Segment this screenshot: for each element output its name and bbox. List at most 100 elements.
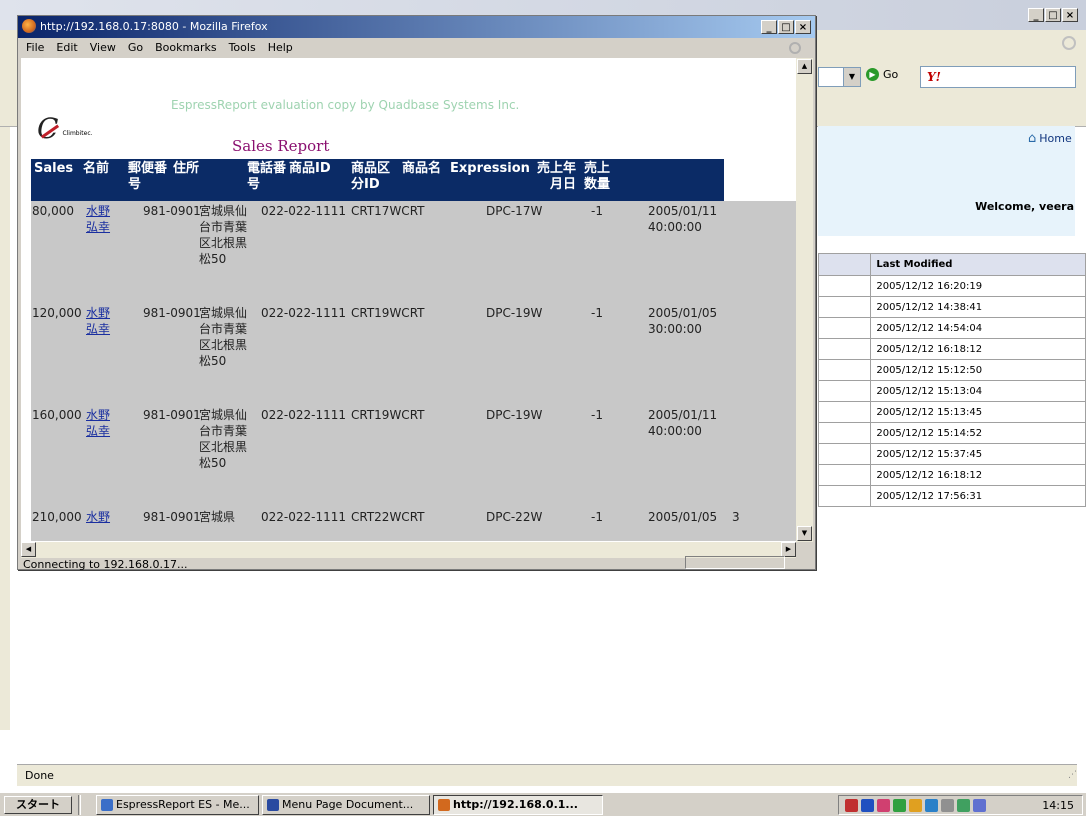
menu-bookmarks[interactable]: Bookmarks	[155, 38, 216, 58]
last-modified-cell: 2005/12/12 16:18:12	[870, 338, 1086, 360]
chevron-down-icon[interactable]: ▼	[843, 68, 860, 86]
address-value: 宮城県仙台市青葉区北根黒松50	[199, 408, 248, 470]
home-link[interactable]: ⌂ Home	[1028, 131, 1072, 146]
taskbar-item-espressreport[interactable]: EspressReport ES - Me...	[96, 795, 259, 815]
taskbar-clock[interactable]: 14:15	[1042, 799, 1074, 812]
table-row[interactable]: 2005/12/12 17:56:31	[817, 485, 1086, 507]
zip-value: 981-0901	[143, 306, 201, 320]
popup-menubar: File Edit View Go Bookmarks Tools Help	[18, 38, 815, 58]
taskbar-item-popup[interactable]: http://192.168.0.1...	[433, 795, 603, 815]
tray-app-icon[interactable]	[957, 798, 970, 812]
customer-name-link[interactable]: 水野	[86, 509, 110, 525]
quantity-value: 40:00:00	[648, 220, 702, 234]
status-text: Connecting to 192.168.0.17...	[23, 558, 188, 571]
scroll-up-icon[interactable]: ▲	[797, 59, 812, 74]
go-label: Go	[883, 68, 899, 81]
table-row[interactable]: 2005/12/12 15:13:04	[817, 380, 1086, 402]
maximize-button[interactable]: □	[1045, 8, 1061, 22]
tray-app-icon[interactable]	[861, 798, 874, 812]
tray-app-icon[interactable]	[877, 798, 890, 812]
taskbar-item-menu-page[interactable]: Menu Page Document...	[262, 795, 430, 815]
minimize-button[interactable]: _	[761, 20, 777, 34]
column-header-zip: 郵便番号	[128, 161, 168, 192]
firefox-icon	[22, 19, 36, 33]
tray-app-icon[interactable]	[845, 798, 858, 812]
company-logo: C Climbitec.	[37, 112, 93, 145]
table-row[interactable]: 2005/12/12 15:37:45	[817, 443, 1086, 465]
phone-value: 022-022-1111	[261, 510, 347, 524]
column-header-category-id: 商品区分ID	[351, 161, 391, 192]
quantity-value: 3	[732, 510, 740, 524]
minimize-button[interactable]: _	[1028, 8, 1044, 22]
table-row[interactable]: 2005/12/12 15:13:45	[817, 401, 1086, 423]
go-button[interactable]: ▶ Go	[866, 68, 898, 81]
table-cell	[817, 338, 871, 360]
expression-value: -1	[591, 510, 603, 524]
last-modified-cell: 2005/12/12 17:56:31	[870, 485, 1086, 507]
evaluation-watermark: EspressReport evaluation copy by Quadbas…	[171, 98, 520, 112]
popup-title: http://192.168.0.17:8080 - Mozilla Firef…	[40, 20, 268, 33]
column-header-address: 住所	[173, 161, 200, 176]
start-button[interactable]: スタート	[4, 796, 72, 814]
table-row[interactable]: 2005/12/12 14:38:41	[817, 296, 1086, 318]
background-window-controls: _ □ ×	[1028, 8, 1078, 22]
customer-name-link[interactable]: 水野 弘幸	[86, 203, 116, 235]
popup-browser-window: http://192.168.0.17:8080 - Mozilla Firef…	[17, 15, 816, 571]
table-row[interactable]: 2005/12/12 16:18:12	[817, 464, 1086, 486]
zip-value: 981-0901	[143, 510, 201, 524]
last-modified-cell: 2005/12/12 15:14:52	[870, 422, 1086, 444]
scroll-left-icon[interactable]: ◀	[21, 542, 36, 557]
last-modified-cell: 2005/12/12 15:12:50	[870, 359, 1086, 381]
tray-app-icon[interactable]	[973, 798, 986, 812]
table-cell	[817, 443, 871, 465]
tray-app-icon[interactable]	[909, 798, 922, 812]
taskbar-item-label: EspressReport ES - Me...	[116, 798, 250, 811]
table-row[interactable]: 2005/12/12 16:18:12	[817, 338, 1086, 360]
table-cell	[817, 359, 871, 381]
menu-tools[interactable]: Tools	[229, 38, 256, 58]
documents-table: Last Modified 2005/12/12 16:20:19 2005/1…	[817, 253, 1086, 507]
phone-value: 022-022-1111	[261, 204, 347, 218]
welcome-text: Welcome, veera	[975, 200, 1074, 213]
menu-help[interactable]: Help	[268, 38, 293, 58]
yahoo-toolbar-search[interactable]: Y!	[920, 66, 1076, 88]
start-label: スタート	[16, 798, 60, 811]
quantity-value: 30:00:00	[648, 322, 702, 336]
resize-grip-icon[interactable]: ⋰	[1068, 770, 1080, 782]
table-row[interactable]: 2005/12/12 15:12:50	[817, 359, 1086, 381]
table-row[interactable]: 2005/12/12 15:14:52	[817, 422, 1086, 444]
maximize-button[interactable]: □	[778, 20, 794, 34]
close-button[interactable]: ×	[1062, 8, 1078, 22]
address-value: 宮城県仙台市青葉区北根黒松50	[199, 306, 248, 368]
scroll-right-icon[interactable]: ▶	[781, 542, 796, 557]
yahoo-icon: Y!	[927, 70, 941, 84]
menu-view[interactable]: View	[90, 38, 116, 58]
customer-name-link[interactable]: 水野 弘幸	[86, 407, 116, 439]
taskbar-separator	[78, 795, 81, 815]
column-header-phone: 電話番号	[247, 161, 287, 192]
horizontal-scrollbar[interactable]: ◀ ▶	[21, 542, 796, 558]
last-modified-cell: 2005/12/12 16:18:12	[870, 464, 1086, 486]
expression-value: -1	[591, 204, 603, 218]
menu-file[interactable]: File	[26, 38, 44, 58]
table-cell	[817, 464, 871, 486]
table-cell	[817, 422, 871, 444]
tray-app-icon[interactable]	[941, 798, 954, 812]
table-row[interactable]: 2005/12/12 16:20:19	[817, 275, 1086, 297]
tray-app-icon[interactable]	[893, 798, 906, 812]
logo-text: Climbitec.	[62, 130, 93, 137]
tray-app-icon[interactable]	[925, 798, 938, 812]
menu-go[interactable]: Go	[128, 38, 143, 58]
table-cell	[817, 296, 871, 318]
table-row[interactable]: 2005/12/12 14:54:04	[817, 317, 1086, 339]
close-button[interactable]: ×	[795, 20, 811, 34]
column-header-name: 名前	[83, 161, 110, 176]
customer-name-link[interactable]: 水野 弘幸	[86, 305, 116, 337]
vertical-scrollbar[interactable]: ▲ ▼	[796, 58, 813, 542]
menu-edit[interactable]: Edit	[56, 38, 77, 58]
last-modified-header[interactable]: Last Modified	[870, 253, 1086, 276]
scroll-down-icon[interactable]: ▼	[797, 526, 812, 541]
table-cell	[817, 317, 871, 339]
popup-titlebar[interactable]: http://192.168.0.17:8080 - Mozilla Firef…	[18, 16, 815, 38]
url-dropdown[interactable]: ▼	[818, 67, 861, 87]
